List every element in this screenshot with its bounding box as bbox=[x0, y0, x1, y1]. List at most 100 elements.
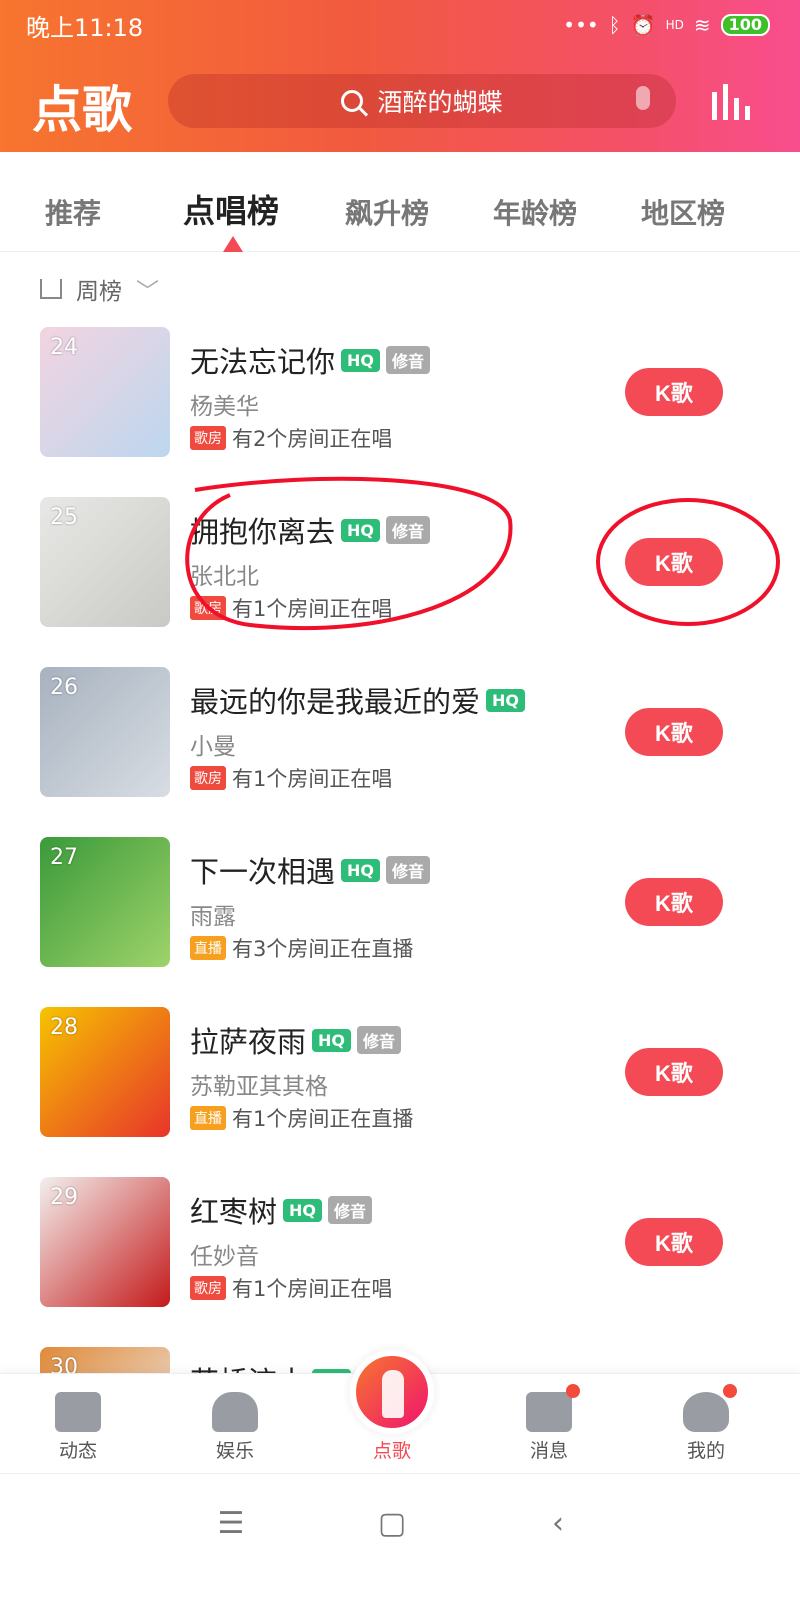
rank-number: 28 bbox=[50, 1015, 78, 1040]
room-tag: 歌房 bbox=[190, 1276, 226, 1300]
room-count: 有1个房间正在直播 bbox=[232, 1107, 414, 1131]
artist-name: 任妙音 bbox=[190, 1244, 259, 1270]
album-cover[interactable]: 28 bbox=[40, 1007, 170, 1137]
room-status: 歌房 有1个房间正在唱 bbox=[190, 763, 392, 793]
song-row[interactable]: 25 拥抱你离去 HQ 修音 张北北 歌房 有1个房间正在唱 K歌 bbox=[0, 497, 800, 647]
microphone-icon[interactable] bbox=[350, 1350, 434, 1434]
retouch-badge: 修音 bbox=[386, 856, 431, 884]
hq-badge: HQ bbox=[341, 518, 381, 542]
nav-label: 消息 bbox=[529, 1440, 568, 1462]
signal-icon: HD bbox=[665, 18, 684, 32]
room-status: 歌房 有1个房间正在唱 bbox=[190, 593, 392, 623]
song-title-text: 拉萨夜雨 bbox=[190, 1025, 307, 1059]
karaoke-button[interactable]: K歌 bbox=[625, 708, 723, 756]
nav-feed[interactable]: 动态 bbox=[23, 1374, 133, 1474]
karaoke-button[interactable]: K歌 bbox=[625, 368, 723, 416]
album-cover[interactable]: 26 bbox=[40, 667, 170, 797]
home-icon[interactable]: ▢ bbox=[367, 1506, 417, 1541]
people-icon bbox=[212, 1392, 258, 1432]
tab-region-chart[interactable]: 地区榜 bbox=[641, 192, 725, 232]
song-row[interactable]: 28 拉萨夜雨 HQ 修音 苏勒亚其其格 直播 有1个房间正在直播 K歌 bbox=[0, 1007, 800, 1157]
nav-label: 我的 bbox=[686, 1440, 725, 1462]
artist-name: 小曼 bbox=[190, 734, 236, 760]
microphone-icon[interactable] bbox=[636, 86, 650, 110]
retouch-badge: 修音 bbox=[386, 516, 431, 544]
room-tag: 歌房 bbox=[190, 596, 226, 620]
room-tag: 直播 bbox=[190, 936, 226, 960]
room-count: 有3个房间正在直播 bbox=[232, 937, 414, 961]
hq-badge: HQ bbox=[486, 688, 526, 712]
chat-icon bbox=[55, 1392, 101, 1432]
system-nav: ☰ ▢ ‹ bbox=[0, 1473, 800, 1600]
bluetooth-icon: ᛒ bbox=[608, 13, 621, 37]
karaoke-button[interactable]: K歌 bbox=[625, 1218, 723, 1266]
retouch-badge: 修音 bbox=[386, 346, 431, 374]
room-count: 有1个房间正在唱 bbox=[232, 597, 393, 621]
song-title-text: 红枣树 bbox=[190, 1195, 278, 1229]
room-count: 有1个房间正在唱 bbox=[232, 767, 393, 791]
karaoke-button[interactable]: K歌 bbox=[625, 878, 723, 926]
tab-age-chart[interactable]: 年龄榜 bbox=[493, 192, 577, 232]
search-input[interactable]: 酒醉的蝴蝶 bbox=[168, 74, 676, 128]
song-title: 无法忘记你 HQ 修音 bbox=[190, 339, 431, 381]
karaoke-button[interactable]: K歌 bbox=[625, 538, 723, 586]
room-status: 直播 有1个房间正在直播 bbox=[190, 1103, 413, 1133]
rank-number: 27 bbox=[50, 845, 78, 870]
tab-sing-chart[interactable]: 点唱榜 bbox=[183, 186, 279, 232]
song-row[interactable]: 26 最远的你是我最近的爱 HQ 小曼歌房 有1个房间正在唱 K歌 bbox=[0, 667, 800, 817]
song-title: 红枣树 HQ 修音 bbox=[190, 1189, 373, 1231]
alarm-icon: ⏰ bbox=[630, 13, 656, 37]
album-cover[interactable]: 24 bbox=[40, 327, 170, 457]
menu-icon[interactable]: ☰ bbox=[206, 1506, 256, 1541]
header: 晚上11:18 ••• ᛒ ⏰ HD ≋ 100 点歌 酒醉的蝴蝶 bbox=[0, 0, 800, 152]
room-count: 有1个房间正在唱 bbox=[232, 1277, 393, 1301]
song-title-text: 无法忘记你 bbox=[190, 345, 336, 379]
song-title: 下一次相遇 HQ 修音 bbox=[190, 849, 431, 891]
song-title: 拉萨夜雨 HQ 修音 bbox=[190, 1019, 402, 1061]
page-title: 点歌 bbox=[32, 81, 132, 139]
back-icon[interactable]: ‹ bbox=[533, 1506, 583, 1541]
song-row[interactable]: 27 下一次相遇 HQ 修音 雨露 直播 有3个房间正在直播 K歌 bbox=[0, 837, 800, 987]
artist-name: 杨美华 bbox=[190, 394, 259, 420]
period-filter[interactable]: 周榜 ﹀ bbox=[40, 272, 159, 306]
active-tab-indicator bbox=[223, 236, 243, 252]
song-row[interactable]: 29 红枣树 HQ 修音任妙音歌房 有1个房间正在唱 K歌 bbox=[0, 1177, 800, 1327]
hq-badge: HQ bbox=[341, 858, 381, 882]
tab-rising-chart[interactable]: 飙升榜 bbox=[345, 192, 429, 232]
period-label: 周榜 bbox=[76, 279, 122, 305]
hq-badge: HQ bbox=[312, 1028, 352, 1052]
battery-icon: 100 bbox=[720, 14, 770, 36]
rank-number: 29 bbox=[50, 1185, 78, 1210]
room-status: 歌房 有2个房间正在唱 bbox=[190, 423, 392, 453]
room-status: 直播 有3个房间正在直播 bbox=[190, 933, 413, 963]
artist-name: 苏勒亚其其格 bbox=[190, 1074, 328, 1100]
song-row[interactable]: 24 无法忘记你 HQ 修音杨美华歌房 有2个房间正在唱 K歌 bbox=[0, 327, 800, 477]
rank-number: 26 bbox=[50, 675, 78, 700]
nav-messages[interactable]: 消息 bbox=[494, 1374, 604, 1474]
ranking-chart-icon[interactable] bbox=[712, 84, 750, 120]
notification-dot bbox=[723, 1384, 737, 1398]
bar-chart-icon bbox=[40, 279, 62, 299]
nav-me[interactable]: 我的 bbox=[651, 1374, 761, 1474]
room-tag: 直播 bbox=[190, 1106, 226, 1130]
hq-badge: HQ bbox=[283, 1198, 323, 1222]
album-cover[interactable]: 29 bbox=[40, 1177, 170, 1307]
hq-badge: HQ bbox=[341, 348, 381, 372]
rank-number: 25 bbox=[50, 505, 78, 530]
song-title: 最远的你是我最近的爱 HQ bbox=[190, 679, 526, 721]
singer-figure bbox=[382, 1370, 404, 1418]
room-count: 有2个房间正在唱 bbox=[232, 427, 393, 451]
status-bar: 晚上11:18 ••• ᛒ ⏰ HD ≋ 100 bbox=[26, 10, 770, 42]
album-cover[interactable]: 25 bbox=[40, 497, 170, 627]
room-status: 歌房 有1个房间正在唱 bbox=[190, 1273, 392, 1303]
karaoke-button[interactable]: K歌 bbox=[625, 1048, 723, 1096]
tab-recommend[interactable]: 推荐 bbox=[45, 192, 101, 232]
chevron-down-icon: ﹀ bbox=[136, 279, 159, 305]
album-cover[interactable]: 27 bbox=[40, 837, 170, 967]
search-icon bbox=[341, 90, 364, 112]
nav-entertainment[interactable]: 娱乐 bbox=[180, 1374, 290, 1474]
nav-label: 娱乐 bbox=[215, 1440, 254, 1462]
artist-name: 张北北 bbox=[190, 564, 259, 590]
room-tag: 歌房 bbox=[190, 426, 226, 450]
nav-label: 点歌 bbox=[372, 1440, 411, 1462]
